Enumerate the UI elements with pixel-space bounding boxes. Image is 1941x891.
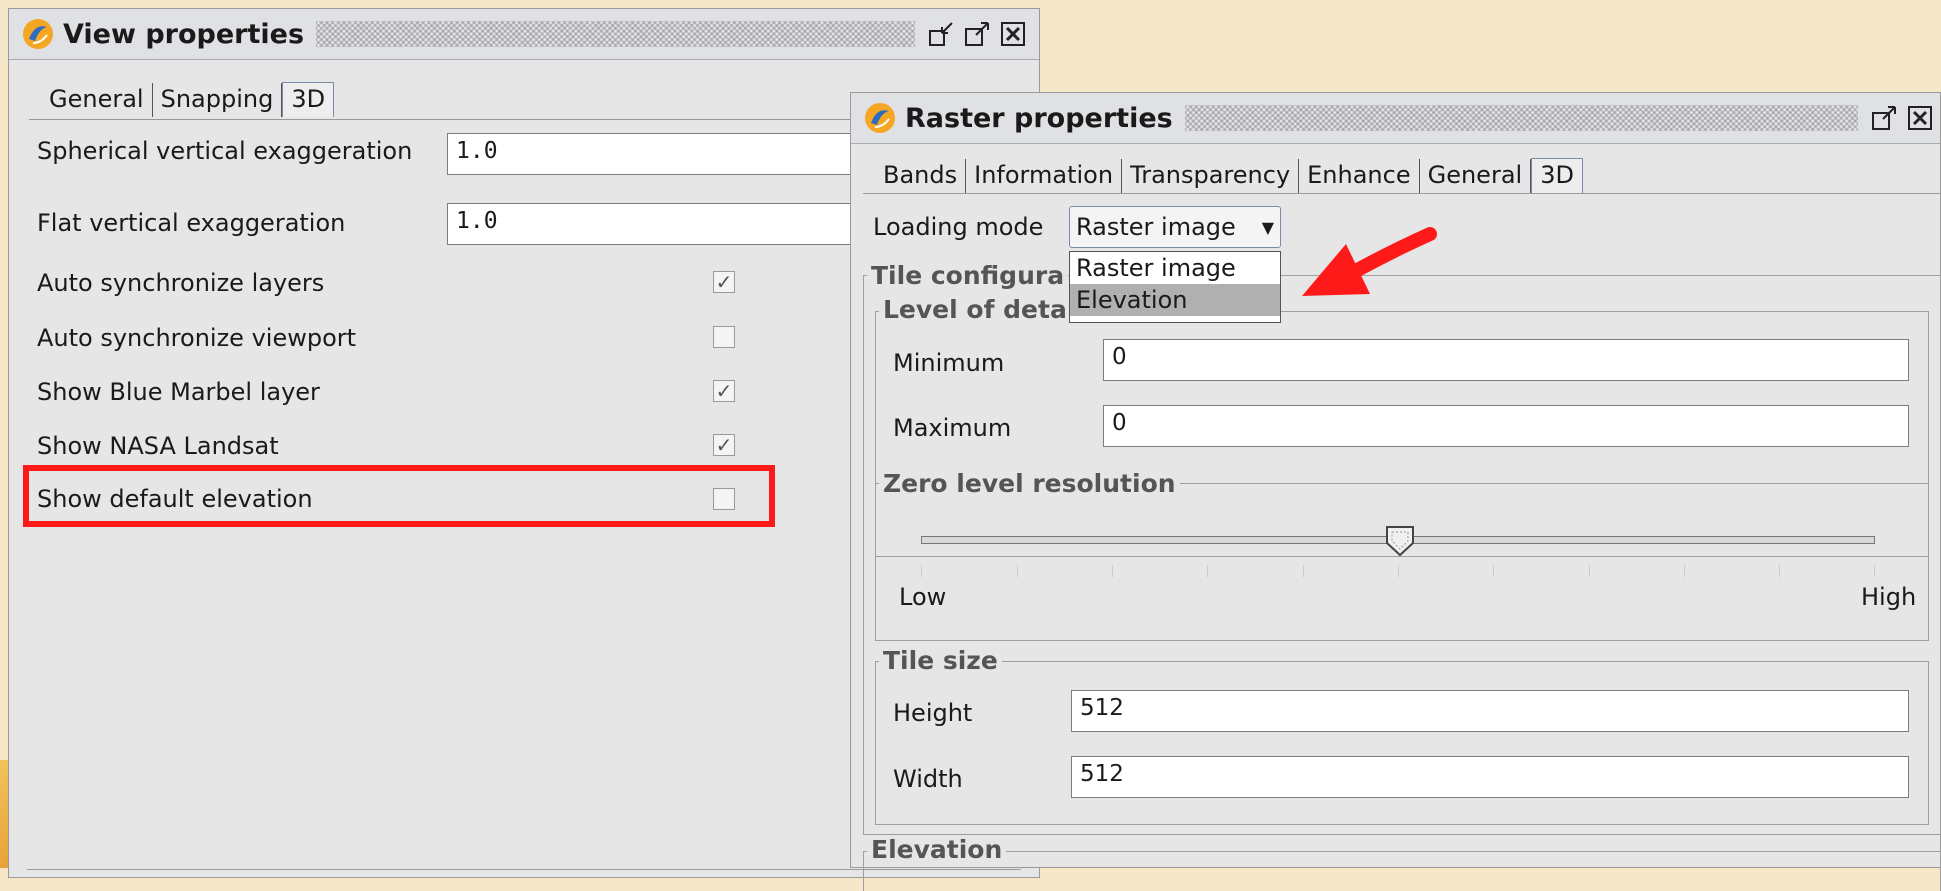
view-properties-tabs: General Snapping 3D (41, 77, 335, 117)
raster-properties-titlebar[interactable]: Raster properties (851, 93, 1940, 144)
slider-low-label: Low (899, 583, 947, 611)
height-input[interactable]: 512 (1071, 690, 1909, 732)
show-default-elevation-highlight (23, 465, 775, 527)
chevron-down-icon: ▼ (1261, 217, 1274, 237)
tab-3d[interactable]: 3D (1531, 158, 1583, 193)
height-label: Height (893, 699, 973, 727)
view-properties-titlebar[interactable]: View properties (9, 9, 1039, 60)
tab-snapping[interactable]: Snapping (153, 83, 283, 117)
zero-level-resolution-group (875, 483, 1929, 641)
window-title: Raster properties (905, 102, 1173, 134)
raster-properties-tabs: Bands Information Transparency Enhance G… (875, 153, 1583, 193)
width-label: Width (893, 765, 963, 793)
maximize-icon[interactable] (1870, 104, 1898, 132)
elevation-title: Elevation (867, 835, 1007, 864)
flat-exaggeration-label: Flat vertical exaggeration (37, 209, 346, 237)
tile-configuration-title: Tile configura (867, 261, 1069, 290)
show-blue-marbel-checkbox[interactable]: ✓ (713, 380, 735, 402)
show-nasa-landsat-label: Show NASA Landsat (37, 432, 279, 460)
loading-mode-label: Loading mode (873, 213, 1044, 241)
maximum-input[interactable]: 0 (1103, 405, 1909, 447)
minimum-label: Minimum (893, 349, 1005, 377)
window-title: View properties (63, 18, 305, 50)
tab-enhance[interactable]: Enhance (1299, 159, 1420, 193)
titlebar-drag-area[interactable] (1184, 105, 1858, 131)
tile-size-title: Tile size (879, 646, 1002, 675)
loading-mode-select[interactable]: Raster image ▼ (1069, 206, 1281, 248)
maximum-label: Maximum (893, 414, 1012, 442)
level-of-detail-title: Level of deta (879, 295, 1071, 324)
tab-transparency[interactable]: Transparency (1122, 159, 1300, 193)
show-nasa-landsat-checkbox[interactable]: ✓ (713, 434, 735, 456)
dock-icon[interactable] (927, 20, 955, 48)
auto-sync-layers-checkbox[interactable]: ✓ (713, 271, 735, 293)
tab-general[interactable]: General (41, 83, 153, 117)
titlebar-drag-area[interactable] (316, 21, 915, 47)
tab-bands[interactable]: Bands (875, 159, 967, 193)
tab-3d[interactable]: 3D (282, 82, 335, 117)
elevation-group (863, 851, 1941, 891)
auto-sync-viewport-checkbox[interactable] (713, 326, 735, 348)
show-blue-marbel-label: Show Blue Marbel layer (37, 378, 320, 406)
option-elevation[interactable]: Elevation (1070, 284, 1280, 316)
tab-general[interactable]: General (1420, 159, 1532, 193)
app-logo-icon (865, 103, 895, 133)
close-icon[interactable] (1906, 104, 1934, 132)
tab-information[interactable]: Information (966, 159, 1123, 193)
slider-thumb[interactable] (1385, 525, 1415, 557)
spherical-exaggeration-label: Spherical vertical exaggeration (37, 137, 413, 165)
slider-high-label: High (1861, 583, 1917, 611)
red-arrow-annotation (1302, 227, 1437, 296)
loading-mode-value: Raster image (1076, 213, 1236, 241)
minimum-input[interactable]: 0 (1103, 339, 1909, 381)
maximize-icon[interactable] (963, 20, 991, 48)
app-logo-icon (23, 19, 53, 49)
tile-size-group (875, 661, 1929, 825)
loading-mode-dropdown: Raster image Elevation (1069, 251, 1281, 323)
option-raster-image[interactable]: Raster image (1070, 252, 1280, 284)
auto-sync-viewport-label: Auto synchronize viewport (37, 324, 357, 352)
zero-level-resolution-title: Zero level resolution (879, 469, 1180, 498)
width-input[interactable]: 512 (1071, 756, 1909, 798)
auto-sync-layers-label: Auto synchronize layers (37, 269, 325, 297)
close-icon[interactable] (999, 20, 1027, 48)
raster-properties-window: Raster properties Bands Information Tran… (850, 92, 1941, 891)
